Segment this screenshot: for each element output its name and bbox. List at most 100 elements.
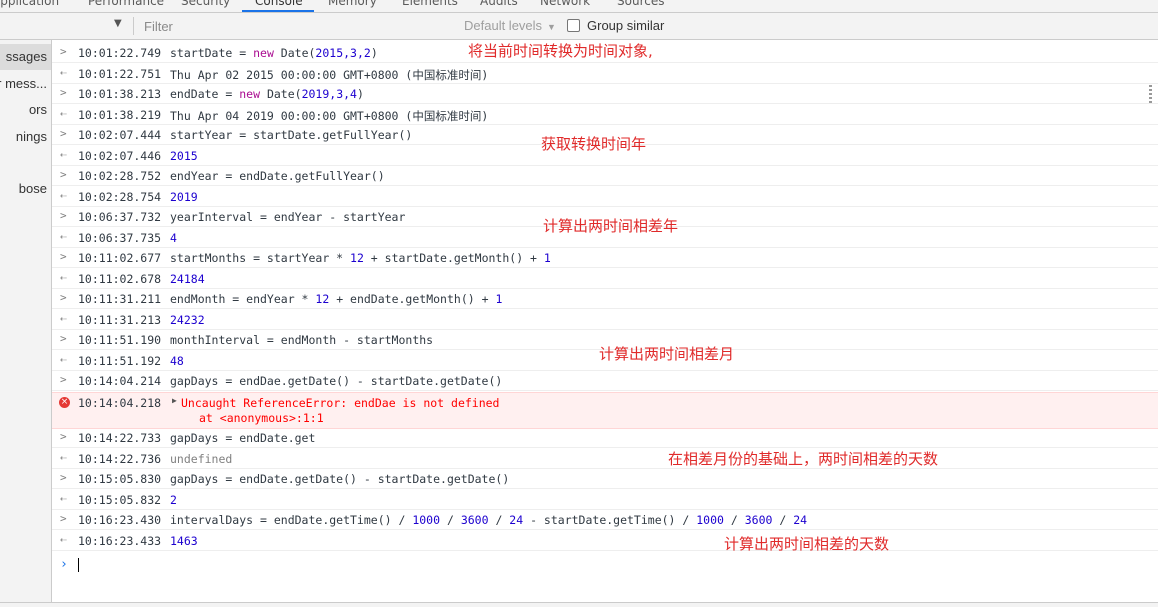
timestamp: 10:11:51.190 <box>78 333 162 347</box>
timestamp: 10:15:05.830 <box>78 472 162 486</box>
return-arrow-icon: ⇠ <box>60 147 67 161</box>
timestamp: 10:02:07.446 <box>78 148 162 163</box>
default-levels-dropdown[interactable]: Default levels ▼ <box>464 18 556 33</box>
console-result: 48 <box>170 353 184 368</box>
tab-memory[interactable]: Memory <box>328 0 377 8</box>
console-messages[interactable]: >10:01:22.749 startDate = new Date(2015,3… <box>52 40 1158 602</box>
timestamp: 10:14:22.736 <box>78 451 162 466</box>
return-arrow-icon: ⇠ <box>60 450 67 464</box>
timestamp: 10:16:23.433 <box>78 533 162 548</box>
sidebar-item-errors[interactable]: ors <box>0 97 51 123</box>
tab-elements[interactable]: Elements <box>402 0 458 8</box>
console-command: intervalDays = endDate.getTime() / 1000 … <box>170 513 808 527</box>
console-result: 2015 <box>170 148 198 163</box>
annotation-note: 计算出两时间相差月 <box>599 345 735 363</box>
error-stack-trace[interactable]: at <anonymous>:1:1 <box>199 411 324 425</box>
console-result: Thu Apr 04 2019 00:00:00 GMT+0800 (中国标准时… <box>170 108 489 123</box>
console-command: gapDays = endDae.getDate() - startDate.g… <box>170 374 503 388</box>
return-arrow-icon: ⇠ <box>60 229 67 243</box>
timestamp: 10:01:38.219 <box>78 107 162 122</box>
timestamp: 10:02:28.754 <box>78 189 162 204</box>
console-input-row: >10:15:05.830 gapDays = endDate.getDate()… <box>52 469 1158 489</box>
console-command: gapDays = endDate.getDate() - startDate.… <box>170 472 510 486</box>
chevron-right-icon: > <box>60 332 67 345</box>
timestamp: 10:02:28.752 <box>78 169 162 183</box>
sidebar-item-user-messages[interactable]: r mess... <box>0 71 51 97</box>
console-output-row: ⇠ 10:01:22.751 Thu Apr 02 2015 00:00:00 GM… <box>52 64 1158 84</box>
console-result: 4 <box>170 230 177 245</box>
chevron-right-icon: > <box>60 127 67 140</box>
console-input-row: >10:02:28.752 endYear = endDate.getFullYe… <box>52 166 1158 186</box>
tab-console[interactable]: Console <box>255 0 303 8</box>
timestamp: 10:14:04.218 <box>78 395 162 410</box>
console-result: undefined <box>170 451 233 466</box>
chevron-right-icon: > <box>60 168 67 181</box>
timestamp: 10:11:02.677 <box>78 251 162 265</box>
console-error-row: × 10:14:04.218 ▶ Uncaught ReferenceError: e… <box>52 391 1158 429</box>
timestamp: 10:01:38.213 <box>78 87 162 101</box>
prompt-icon: › <box>60 557 68 572</box>
return-arrow-icon: ⇠ <box>60 311 67 325</box>
return-arrow-icon: ⇠ <box>60 106 67 120</box>
timestamp: 10:01:22.751 <box>78 66 162 81</box>
chevron-right-icon: > <box>60 430 67 443</box>
tab-security[interactable]: Security <box>181 0 230 8</box>
console-input-row: >10:11:02.677 startMonths = startYear * 1… <box>52 248 1158 268</box>
timestamp: 10:15:05.832 <box>78 492 162 507</box>
active-tab-indicator <box>242 10 314 12</box>
chevron-down-icon: ▼ <box>547 22 556 32</box>
text-cursor <box>78 558 79 572</box>
timestamp: 10:01:22.749 <box>78 46 162 60</box>
sidebar-item-warnings[interactable]: nings <box>0 124 51 150</box>
return-arrow-icon: ⇠ <box>60 491 67 505</box>
tab-network[interactable]: Audits <box>480 0 518 8</box>
console-command: endDate = new Date(2019,3,4) <box>170 87 364 101</box>
resize-handle[interactable] <box>1149 85 1152 105</box>
console-input-row: >10:01:38.213 endDate = new Date(2019,3,4… <box>52 84 1158 104</box>
timestamp: 10:11:31.213 <box>78 312 162 327</box>
console-output-row: ⇠ 10:15:05.832 2 <box>52 490 1158 510</box>
console-input-row: >10:14:22.733 gapDays = endDate.get <box>52 428 1158 448</box>
console-command: endMonth = endYear * 12 + endDate.getMon… <box>170 292 503 306</box>
sidebar-item-verbose[interactable]: bose <box>0 176 51 202</box>
group-similar-checkbox[interactable] <box>567 19 580 32</box>
console-prompt[interactable]: › <box>52 555 1158 575</box>
annotation-note: 获取转换时间年 <box>541 135 647 153</box>
console-input-row: >10:14:04.214 gapDays = endDae.getDate() … <box>52 371 1158 391</box>
timestamp: 10:14:04.214 <box>78 374 162 388</box>
toolbar-divider <box>133 17 134 35</box>
chevron-right-icon: > <box>60 291 67 304</box>
console-result: 24184 <box>170 271 205 286</box>
console-result: 2019 <box>170 189 198 204</box>
return-arrow-icon: ⇠ <box>60 188 67 202</box>
return-arrow-icon: ⇠ <box>60 270 67 284</box>
annotation-note: 计算出两时间相差的天数 <box>724 535 890 553</box>
chevron-right-icon: > <box>60 209 67 222</box>
context-dropdown-icon[interactable]: ▼ <box>114 18 122 29</box>
console-input-row: >10:16:23.430 intervalDays = endDate.getT… <box>52 510 1158 530</box>
error-message: Uncaught ReferenceError: endDae is not d… <box>181 395 500 410</box>
console-command: startYear = startDate.getFullYear() <box>170 128 413 142</box>
tab-audits[interactable]: Network <box>540 0 590 8</box>
tab-performance[interactable]: Performance <box>88 0 164 8</box>
console-output-row: ⇠ 10:16:23.433 1463 <box>52 531 1158 551</box>
console-command: monthInterval = endMonth - startMonths <box>170 333 434 347</box>
console-output-row: ⇠ 10:11:02.678 24184 <box>52 269 1158 289</box>
timestamp: 10:11:51.192 <box>78 353 162 368</box>
return-arrow-icon: ⇠ <box>60 352 67 366</box>
tab-application[interactable]: Application <box>0 0 59 8</box>
console-command: gapDays = endDate.get <box>170 431 316 445</box>
console-result: 2 <box>170 492 177 507</box>
annotation-note: 在相差月份的基础上，两时间相差的天数 <box>668 450 939 468</box>
tab-sources[interactable]: Sources <box>617 0 664 8</box>
console-input-row: >10:11:31.211 endMonth = endYear * 12 + e… <box>52 289 1158 309</box>
return-arrow-icon: ⇠ <box>60 65 67 79</box>
timestamp: 10:02:07.444 <box>78 128 162 142</box>
expand-triangle-icon[interactable]: ▶ <box>172 396 177 405</box>
timestamp: 10:16:23.430 <box>78 513 162 527</box>
console-output-row: ⇠ 10:14:22.736 undefined <box>52 449 1158 469</box>
filter-input[interactable] <box>138 16 462 36</box>
sidebar-item-info[interactable] <box>0 150 51 176</box>
default-levels-label: Default levels <box>464 18 543 33</box>
sidebar-item-messages[interactable]: ssages <box>0 44 51 70</box>
